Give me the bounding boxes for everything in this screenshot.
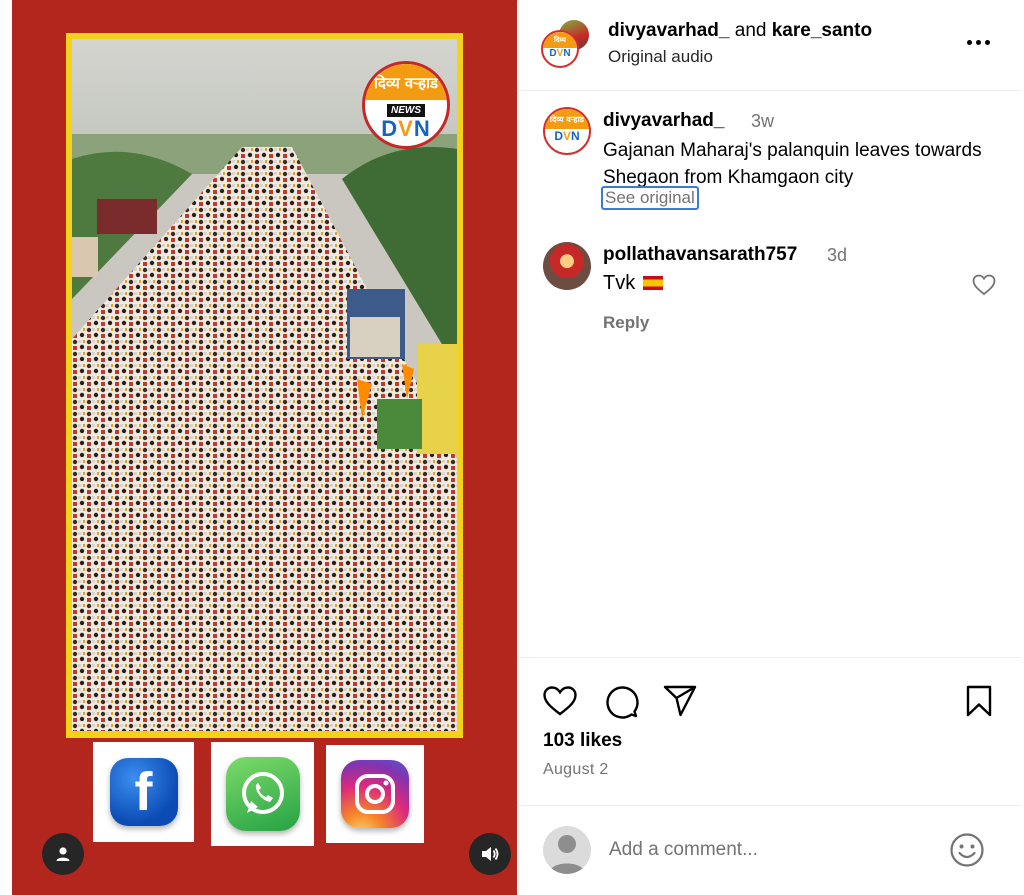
comment-text-line: Tvk — [603, 272, 664, 295]
like-count[interactable]: 103 likes — [543, 730, 622, 752]
post-actions: 103 likes August 2 — [519, 657, 1021, 805]
instagram-icon — [341, 760, 409, 828]
emoji-button[interactable] — [949, 832, 985, 868]
comment-input[interactable] — [609, 834, 929, 866]
reply-button[interactable]: Reply — [603, 313, 649, 333]
comment-button[interactable] — [602, 682, 640, 720]
audio-toggle-button[interactable] — [469, 833, 511, 875]
logo-d: D — [381, 116, 399, 141]
comment-text: Tvk — [603, 272, 636, 294]
post-header: दिव्य DVN divyavarhad_ and kare_santo Or… — [519, 0, 1021, 91]
whatsapp-badge — [211, 742, 314, 846]
post-details-panel: दिव्य DVN divyavarhad_ and kare_santo Or… — [518, 0, 1021, 895]
logo-dvn: DVN — [365, 118, 447, 140]
author-username[interactable]: divyavarhad_ — [608, 20, 729, 41]
post-media[interactable]: दिव्य वऱ्हाड NEWS DVN f — [12, 0, 517, 895]
bookmark-icon — [966, 685, 992, 717]
caption-timestamp[interactable]: 3w — [751, 111, 774, 132]
authors-joiner: and — [734, 20, 767, 41]
heart-icon — [972, 274, 996, 296]
comment-composer — [519, 805, 1021, 895]
video-player[interactable]: दिव्य वऱ्हाड NEWS DVN — [72, 39, 457, 731]
logo-v: V — [398, 116, 414, 141]
tagged-users-button[interactable] — [42, 833, 84, 875]
comment-author-avatar[interactable] — [543, 242, 591, 290]
like-button[interactable] — [541, 682, 579, 720]
author-avatar[interactable]: दिव्य DVN — [541, 30, 579, 68]
logo-n: N — [413, 116, 431, 141]
share-button[interactable] — [661, 682, 699, 720]
collaborator-username[interactable]: kare_santo — [772, 20, 872, 41]
caption-author-avatar[interactable]: दिव्य वऱ्हाड DVN — [543, 107, 591, 155]
post-authors: divyavarhad_ and kare_santo — [608, 20, 872, 42]
default-avatar-icon — [549, 835, 585, 874]
instagram-badge — [326, 745, 424, 843]
viewer-avatar — [543, 826, 591, 874]
post-date[interactable]: August 2 — [543, 761, 609, 779]
whatsapp-icon — [225, 757, 300, 831]
facebook-badge: f — [93, 742, 194, 842]
caption-text: Gajanan Maharaj's palanquin leaves towar… — [603, 140, 982, 188]
video-frame: दिव्य वऱ्हाड NEWS DVN — [66, 33, 463, 738]
heart-icon — [543, 686, 577, 716]
speaker-icon — [482, 847, 499, 861]
more-options-button[interactable] — [962, 30, 994, 54]
facebook-icon: f — [109, 758, 178, 826]
channel-logo: दिव्य वऱ्हाड NEWS DVN — [362, 61, 450, 149]
more-icon — [966, 39, 990, 45]
spain-flag-icon — [643, 276, 664, 290]
see-original-button[interactable]: See original — [601, 186, 699, 210]
comment-icon — [606, 686, 639, 719]
save-button[interactable] — [960, 682, 998, 720]
comment-like-button[interactable] — [972, 274, 996, 296]
comment-timestamp[interactable]: 3d — [827, 245, 847, 266]
share-icon — [663, 685, 697, 717]
user-icon — [56, 847, 70, 861]
comment-username[interactable]: pollathavansarath757 — [603, 244, 797, 266]
caption-username[interactable]: divyavarhad_ — [603, 110, 724, 132]
audio-link[interactable]: Original audio — [608, 47, 713, 67]
emoji-icon — [950, 833, 984, 867]
